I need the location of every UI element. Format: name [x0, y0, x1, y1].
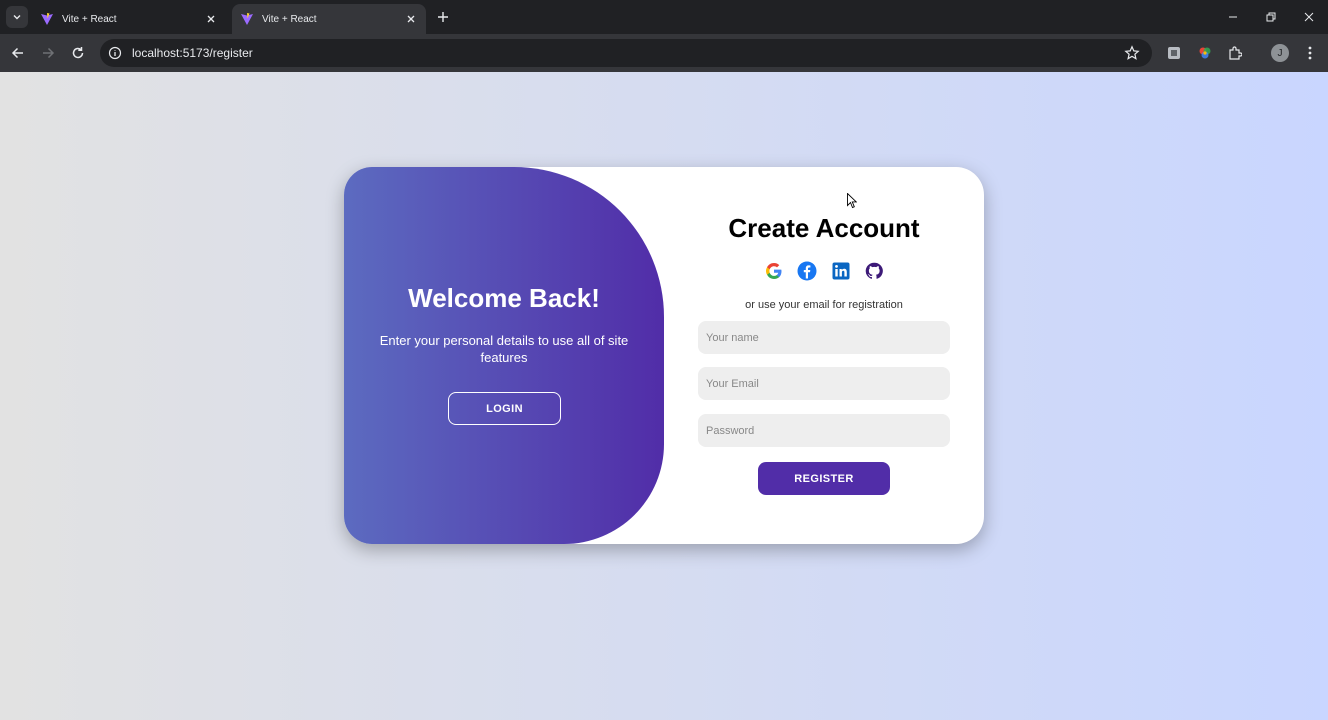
- url-text[interactable]: localhost:5173/register: [132, 46, 253, 60]
- login-button[interactable]: LOGIN: [448, 392, 561, 425]
- welcome-title: Welcome Back!: [408, 283, 600, 313]
- browser-tab-active[interactable]: Vite + React: [232, 4, 426, 34]
- page-viewport: Welcome Back! Enter your personal detail…: [0, 72, 1328, 720]
- page-title: Create Account: [728, 213, 920, 243]
- tab-title: Vite + React: [62, 13, 117, 25]
- google-icon[interactable]: [764, 261, 784, 281]
- extension-icon[interactable]: [1166, 45, 1182, 61]
- color-picker-extension-icon[interactable]: [1197, 45, 1213, 61]
- close-window-button[interactable]: [1300, 8, 1318, 26]
- tab-title: Vite + React: [262, 13, 317, 25]
- minimize-icon: [1229, 16, 1237, 18]
- mouse-cursor-icon: [847, 193, 857, 209]
- close-icon[interactable]: [404, 12, 418, 26]
- close-icon[interactable]: [204, 12, 218, 26]
- social-caption: or use your email for registration: [745, 299, 903, 311]
- star-icon[interactable]: [1124, 45, 1140, 61]
- welcome-text: Enter your personal details to use all o…: [379, 333, 629, 365]
- github-icon[interactable]: [864, 261, 884, 281]
- password-field[interactable]: [698, 414, 950, 447]
- browser-toolbar: localhost:5173/register J: [0, 34, 1328, 72]
- back-button[interactable]: [9, 44, 27, 62]
- kebab-menu-icon[interactable]: [1302, 44, 1318, 62]
- restore-button[interactable]: [1262, 8, 1280, 26]
- arrow-left-icon: [11, 47, 23, 59]
- plus-icon: [438, 12, 448, 22]
- arrow-right-icon: [43, 47, 55, 59]
- site-info-icon[interactable]: [108, 46, 122, 60]
- vite-logo-icon: [40, 12, 54, 26]
- close-icon: [1304, 12, 1314, 22]
- toggle-panel: Welcome Back! Enter your personal detail…: [344, 167, 664, 544]
- name-field[interactable]: [698, 321, 950, 354]
- register-button[interactable]: REGISTER: [758, 462, 890, 495]
- tab-strip: Vite + React Vite + React: [0, 0, 1328, 34]
- profile-avatar[interactable]: J: [1271, 44, 1289, 62]
- forward-button[interactable]: [39, 44, 57, 62]
- minimize-button[interactable]: [1224, 8, 1242, 26]
- vite-logo-icon: [240, 12, 254, 26]
- tab-search-button[interactable]: [6, 6, 28, 28]
- email-field[interactable]: [698, 367, 950, 400]
- facebook-icon[interactable]: [797, 261, 817, 281]
- auth-card: Welcome Back! Enter your personal detail…: [344, 167, 984, 544]
- reload-icon: [72, 47, 84, 59]
- chevron-down-icon: [13, 15, 21, 20]
- register-form: Create Account or use your email for reg…: [664, 167, 984, 544]
- restore-icon: [1266, 12, 1276, 22]
- browser-tab[interactable]: Vite + React: [32, 4, 226, 34]
- address-bar[interactable]: localhost:5173/register: [100, 39, 1152, 67]
- social-icons: [764, 261, 884, 283]
- puzzle-icon[interactable]: [1227, 45, 1243, 61]
- reload-button[interactable]: [69, 44, 87, 62]
- new-tab-button[interactable]: [434, 8, 452, 26]
- linkedin-icon[interactable]: [831, 261, 851, 281]
